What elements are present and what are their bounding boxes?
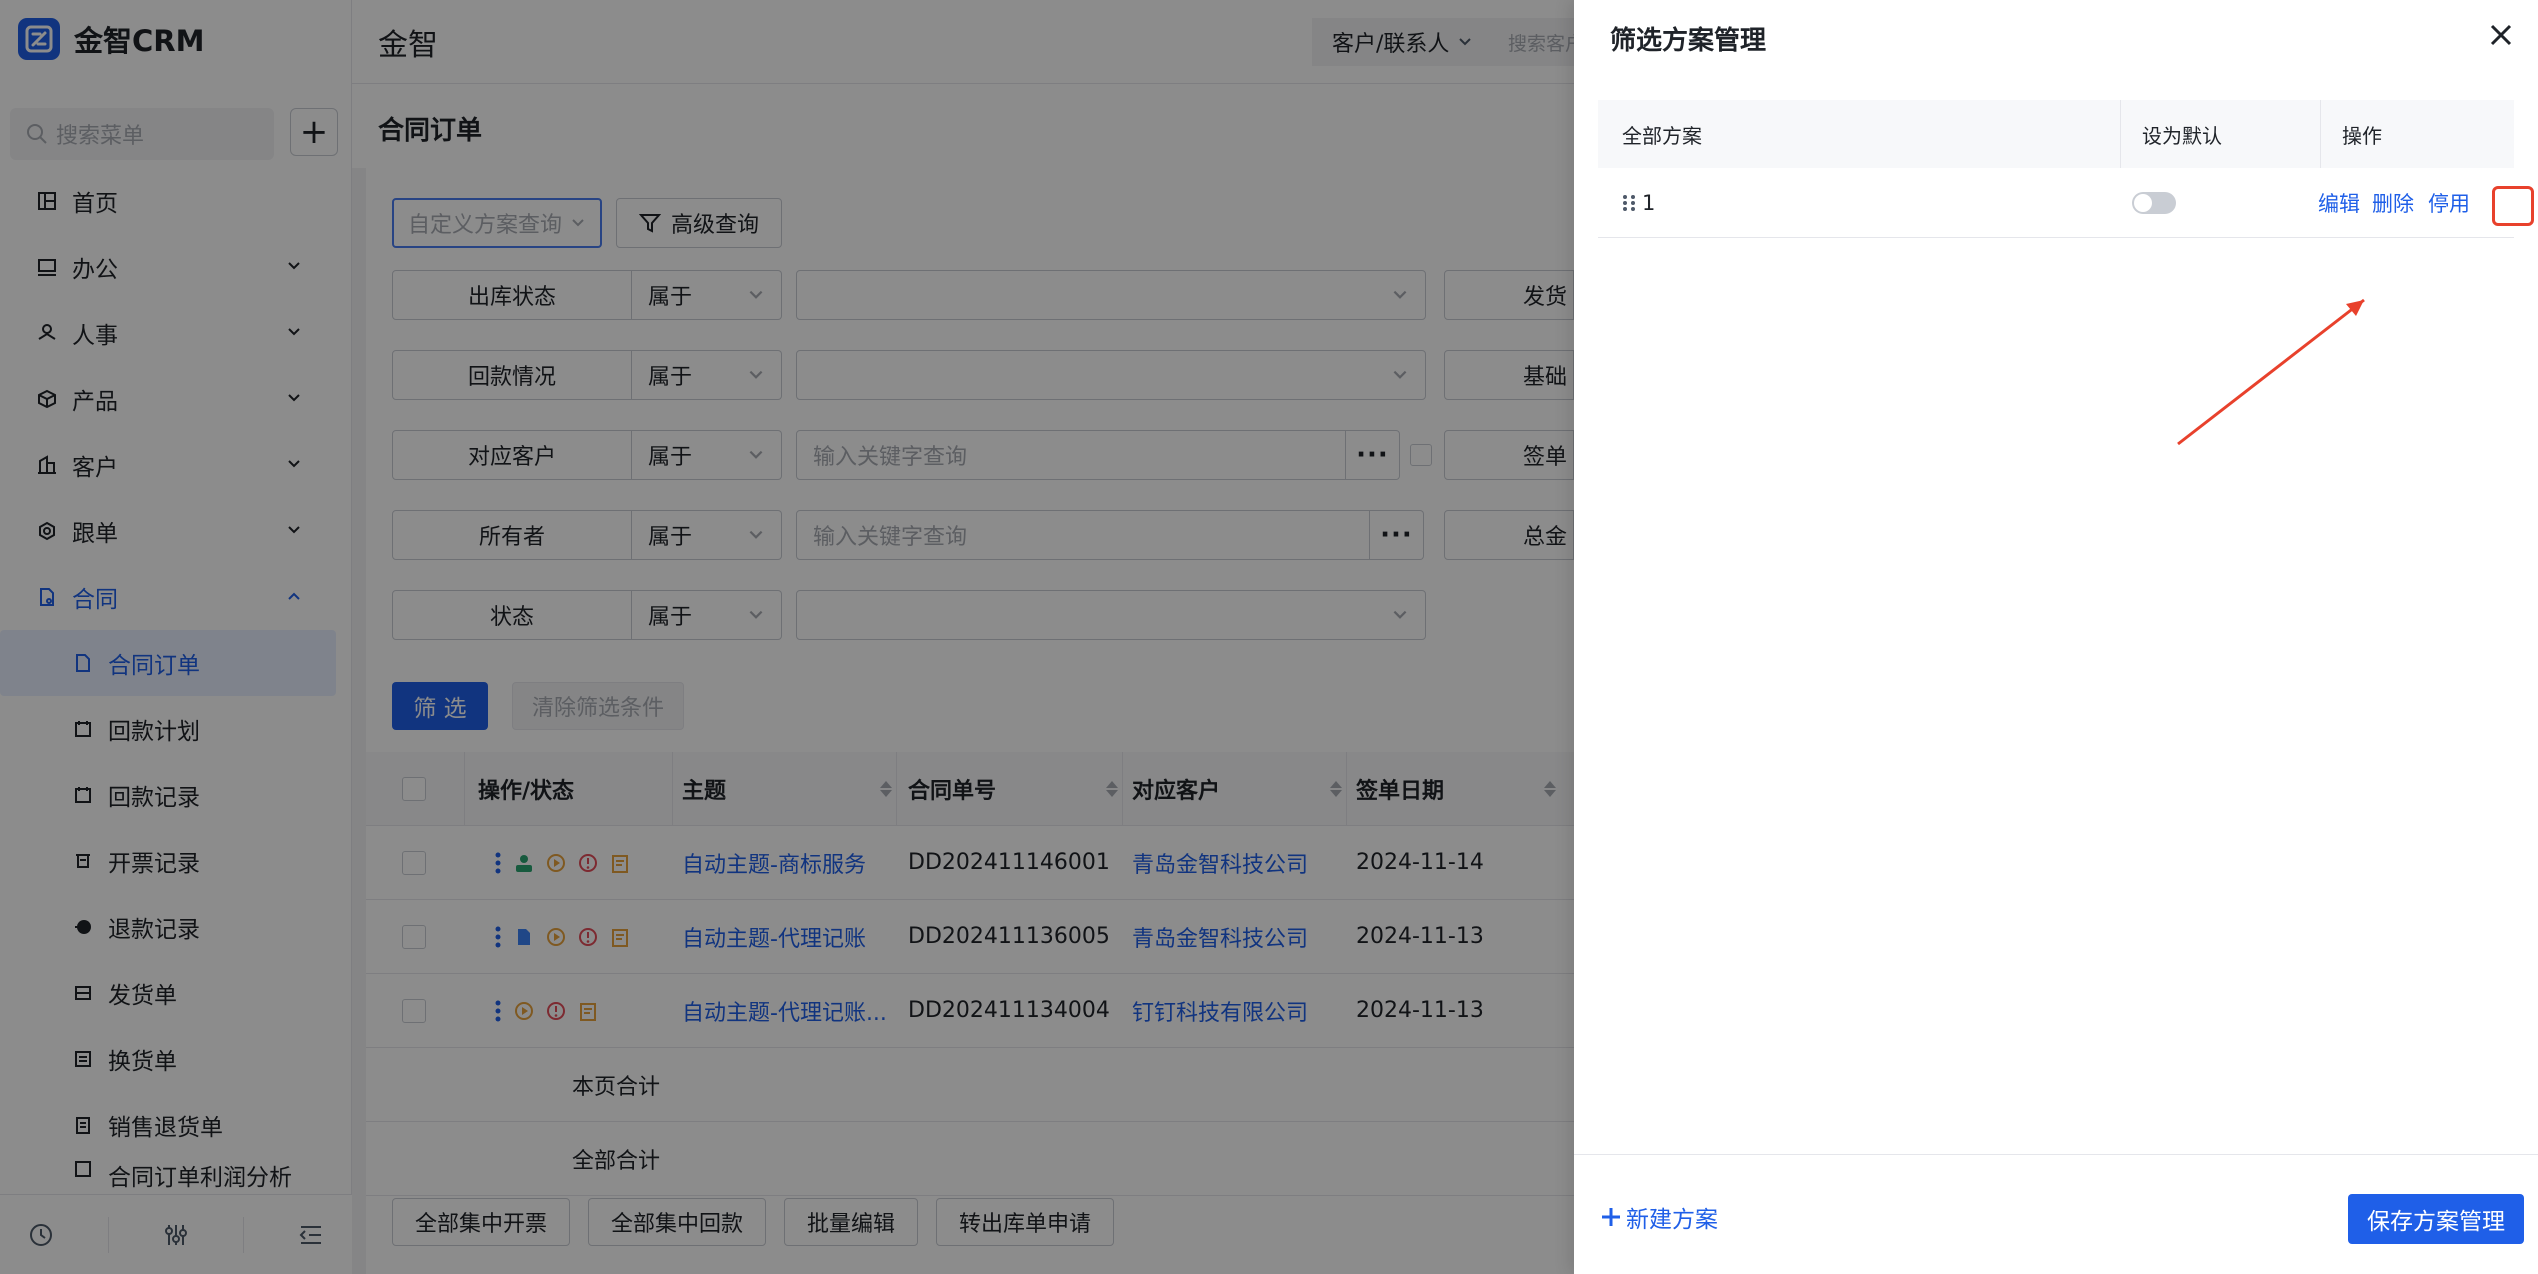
new-scheme-button[interactable]: 新建方案 <box>1600 1200 1718 1234</box>
scheme-name-cell: 1 <box>1622 168 1655 237</box>
scheme-table-header: 全部方案 设为默认 操作 <box>1598 100 2514 168</box>
delete-scheme-link[interactable]: 删除 <box>2372 168 2414 237</box>
annotation-arrow-icon <box>2177 298 2365 446</box>
plus-icon <box>1602 1208 1620 1226</box>
column-divider <box>2320 100 2321 168</box>
annotation-highlight-box <box>2492 186 2534 226</box>
scheme-table: 全部方案 设为默认 操作 1 编辑 删除 停用 <box>1598 100 2534 238</box>
modal-overlay[interactable] <box>0 0 1574 1274</box>
header-operations: 操作 <box>2342 123 2382 148</box>
save-scheme-button[interactable]: 保存方案管理 <box>2348 1194 2524 1244</box>
scheme-row[interactable]: 1 编辑 删除 停用 <box>1598 168 2534 238</box>
drawer-title: 筛选方案管理 <box>1610 26 1767 56</box>
drag-handle-icon[interactable] <box>1622 194 1636 212</box>
close-icon[interactable] <box>2484 18 2518 52</box>
header-set-default: 设为默认 <box>2142 123 2222 148</box>
disable-scheme-link[interactable]: 停用 <box>2428 168 2470 237</box>
scheme-name: 1 <box>1642 190 1656 215</box>
header-all-schemes: 全部方案 <box>1622 123 1702 148</box>
filter-scheme-drawer: 筛选方案管理 全部方案 设为默认 操作 1 编辑 删除 停用 新建方案 保存方案… <box>1574 0 2538 1274</box>
drawer-footer-divider <box>1574 1154 2538 1155</box>
default-toggle[interactable] <box>2132 192 2176 214</box>
column-divider <box>2120 100 2121 168</box>
new-scheme-label: 新建方案 <box>1626 1207 1718 1233</box>
edit-scheme-link[interactable]: 编辑 <box>2318 168 2360 237</box>
